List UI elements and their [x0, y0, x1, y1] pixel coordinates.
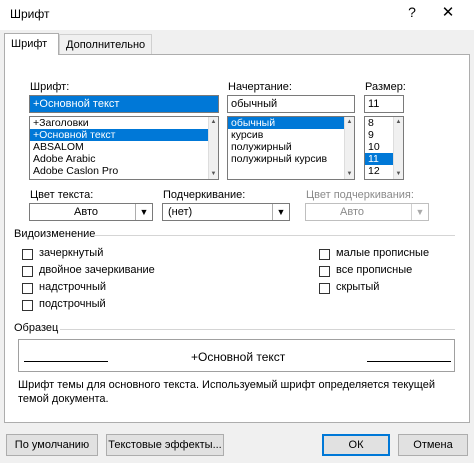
scroll-up-icon[interactable]: ▲	[209, 117, 218, 127]
size-list[interactable]: 8 9 10 11 12 ▲ ▼	[364, 116, 404, 180]
style-label: Начертание:	[228, 81, 292, 93]
text-color-select[interactable]: Авто ▼	[29, 203, 153, 221]
preview-note: Шрифт темы для основного текста. Использ…	[18, 379, 435, 405]
size-input[interactable]: 11	[364, 95, 404, 113]
font-list-scrollbar[interactable]: ▲ ▼	[208, 117, 218, 179]
style-input[interactable]: обычный	[227, 95, 355, 113]
effect-label[interactable]: подстрочный	[39, 298, 106, 310]
scroll-down-icon[interactable]: ▼	[209, 169, 218, 179]
close-icon[interactable]: ✕	[438, 3, 458, 21]
font-list-option[interactable]: +Основной текст	[30, 129, 218, 141]
ok-button[interactable]: ОК	[322, 434, 390, 456]
effect-label[interactable]: малые прописные	[336, 247, 429, 259]
preview-line-left	[24, 361, 108, 362]
tab-advanced[interactable]: Дополнительно	[59, 34, 152, 54]
effects-label: Видоизменение	[14, 228, 96, 240]
effect-checkbox[interactable]	[22, 283, 33, 294]
size-label: Размер:	[365, 81, 406, 93]
underline-color-select: Авто ▼	[305, 203, 429, 221]
cancel-button[interactable]: Отмена	[398, 434, 468, 456]
effect-label[interactable]: зачеркнутый	[39, 247, 103, 259]
effect-checkbox[interactable]	[319, 249, 330, 260]
effect-checkbox[interactable]	[319, 266, 330, 277]
effect-label[interactable]: скрытый	[336, 281, 379, 293]
preview-label: Образец	[14, 322, 59, 334]
font-label: Шрифт:	[30, 81, 70, 93]
effects-divider	[93, 235, 455, 236]
scroll-up-icon[interactable]: ▲	[394, 117, 403, 127]
help-icon[interactable]: ?	[404, 4, 420, 20]
style-list-scrollbar[interactable]: ▲ ▼	[344, 117, 354, 179]
title-bar	[0, 0, 474, 30]
chevron-down-icon: ▼	[411, 204, 428, 220]
underline-value: (нет)	[168, 206, 193, 218]
scroll-down-icon[interactable]: ▼	[345, 169, 354, 179]
effect-checkbox[interactable]	[22, 266, 33, 277]
size-list-scrollbar[interactable]: ▲ ▼	[393, 117, 403, 179]
scroll-down-icon[interactable]: ▼	[394, 169, 403, 179]
style-list-option[interactable]: полужирный курсив	[228, 153, 354, 165]
text-color-value: Авто	[74, 206, 98, 218]
underline-label: Подчеркивание:	[163, 189, 246, 201]
font-list-option[interactable]: Adobe Caslon Pro	[30, 165, 218, 177]
effect-checkbox[interactable]	[22, 249, 33, 260]
style-list[interactable]: обычный курсив полужирный полужирный курсив…	[227, 116, 355, 180]
style-list-option[interactable]: обычный	[228, 117, 354, 129]
chevron-down-icon[interactable]: ▼	[272, 204, 289, 220]
effect-checkbox[interactable]	[319, 283, 330, 294]
text-color-label: Цвет текста:	[30, 189, 94, 201]
effect-checkbox[interactable]	[22, 300, 33, 311]
preview-text: +Основной текст	[191, 350, 286, 364]
set-default-button[interactable]: По умолчанию	[6, 434, 98, 456]
tab-font[interactable]: Шрифт	[4, 33, 59, 55]
style-list-option[interactable]: курсив	[228, 129, 354, 141]
font-list[interactable]: +Заголовки +Основной текст ABSALOM Adobe Ar…	[29, 116, 219, 180]
effect-label[interactable]: все прописные	[336, 264, 412, 276]
effect-label[interactable]: надстрочный	[39, 281, 106, 293]
text-effects-button[interactable]: Текстовые эффекты...	[106, 434, 224, 456]
style-list-option[interactable]: полужирный	[228, 141, 354, 153]
chevron-down-icon[interactable]: ▼	[135, 204, 152, 220]
scroll-up-icon[interactable]: ▲	[345, 117, 354, 127]
font-list-option[interactable]: +Заголовки	[30, 117, 218, 129]
effect-label[interactable]: двойное зачеркивание	[39, 264, 155, 276]
preview-box: +Основной текст	[18, 339, 455, 372]
underline-color-label: Цвет подчеркивания:	[306, 189, 414, 201]
underline-select[interactable]: (нет) ▼	[162, 203, 290, 221]
underline-color-value: Авто	[340, 206, 364, 218]
preview-line-right	[367, 361, 451, 362]
font-list-option[interactable]: Adobe Arabic	[30, 153, 218, 165]
font-input[interactable]: +Основной текст	[29, 95, 219, 113]
font-list-option[interactable]: ABSALOM	[30, 141, 218, 153]
preview-divider	[60, 329, 455, 330]
window-title: Шрифт	[10, 7, 50, 21]
